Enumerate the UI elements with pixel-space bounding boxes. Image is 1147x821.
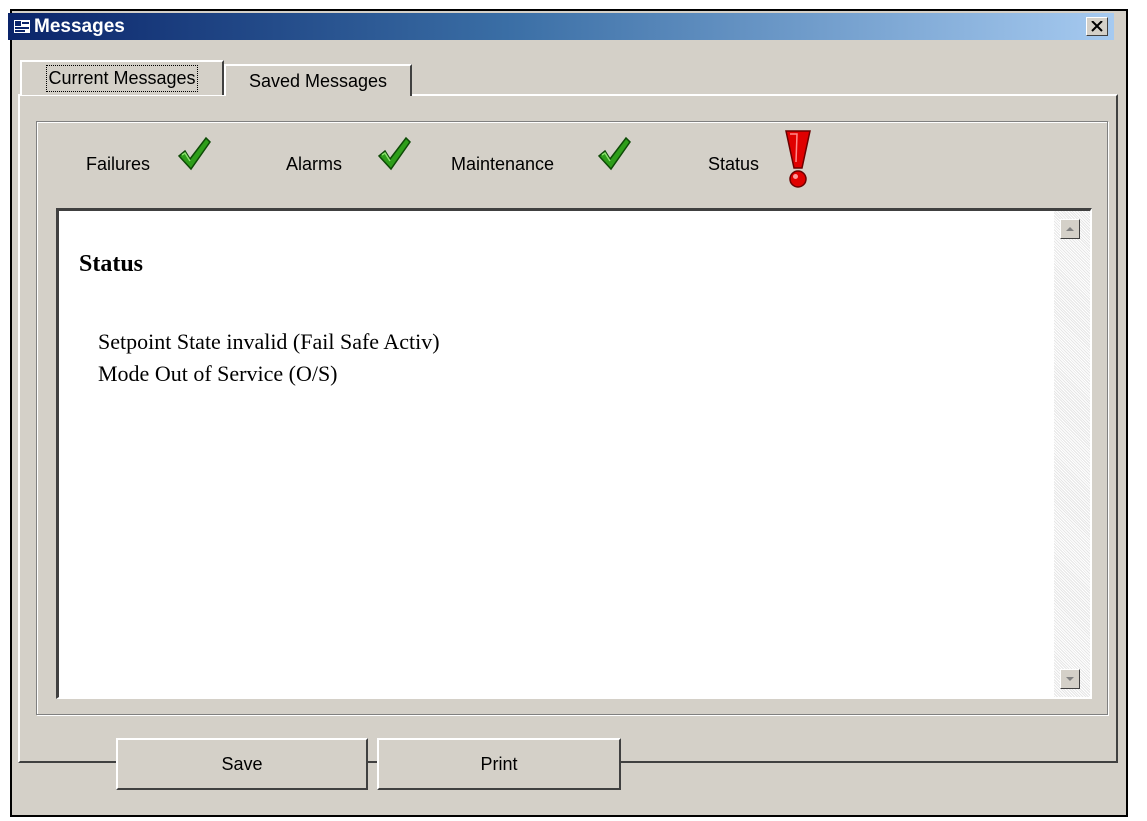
message-text-area[interactable]: Status Setpoint State invalid (Fail Safe… [56, 208, 1092, 699]
window-title: Messages [34, 16, 125, 37]
alarms-label: Alarms [286, 154, 343, 174]
status-label: Status [708, 154, 760, 174]
check-icon [596, 136, 632, 177]
scroll-down-button[interactable] [1060, 669, 1080, 689]
close-icon [1091, 21, 1103, 32]
tab-saved-messages[interactable]: Saved Messages [224, 64, 412, 96]
exclamation-icon [780, 128, 816, 195]
tab-saved-messages-label: Saved Messages [248, 70, 388, 91]
message-line: Mode Out of Service (O/S) [98, 361, 338, 386]
message-heading: Status [79, 251, 144, 277]
arrow-down-icon [1066, 677, 1074, 681]
tab-current-messages[interactable]: Current Messages [20, 60, 224, 95]
check-icon [376, 136, 412, 177]
title-bar[interactable]: Messages [8, 13, 1114, 40]
print-button[interactable]: Print [377, 738, 621, 790]
maintenance-label: Maintenance [451, 154, 555, 174]
failures-label: Failures [86, 154, 151, 174]
tab-current-messages-label: Current Messages [46, 65, 198, 92]
message-line: Setpoint State invalid (Fail Safe Activ) [98, 329, 440, 354]
scroll-up-button[interactable] [1060, 219, 1080, 239]
save-button[interactable]: Save [116, 738, 368, 790]
check-icon [176, 136, 212, 177]
app-icon [14, 19, 30, 34]
vertical-scrollbar[interactable] [1054, 211, 1090, 697]
close-button[interactable] [1086, 17, 1108, 36]
arrow-up-icon [1066, 227, 1074, 231]
